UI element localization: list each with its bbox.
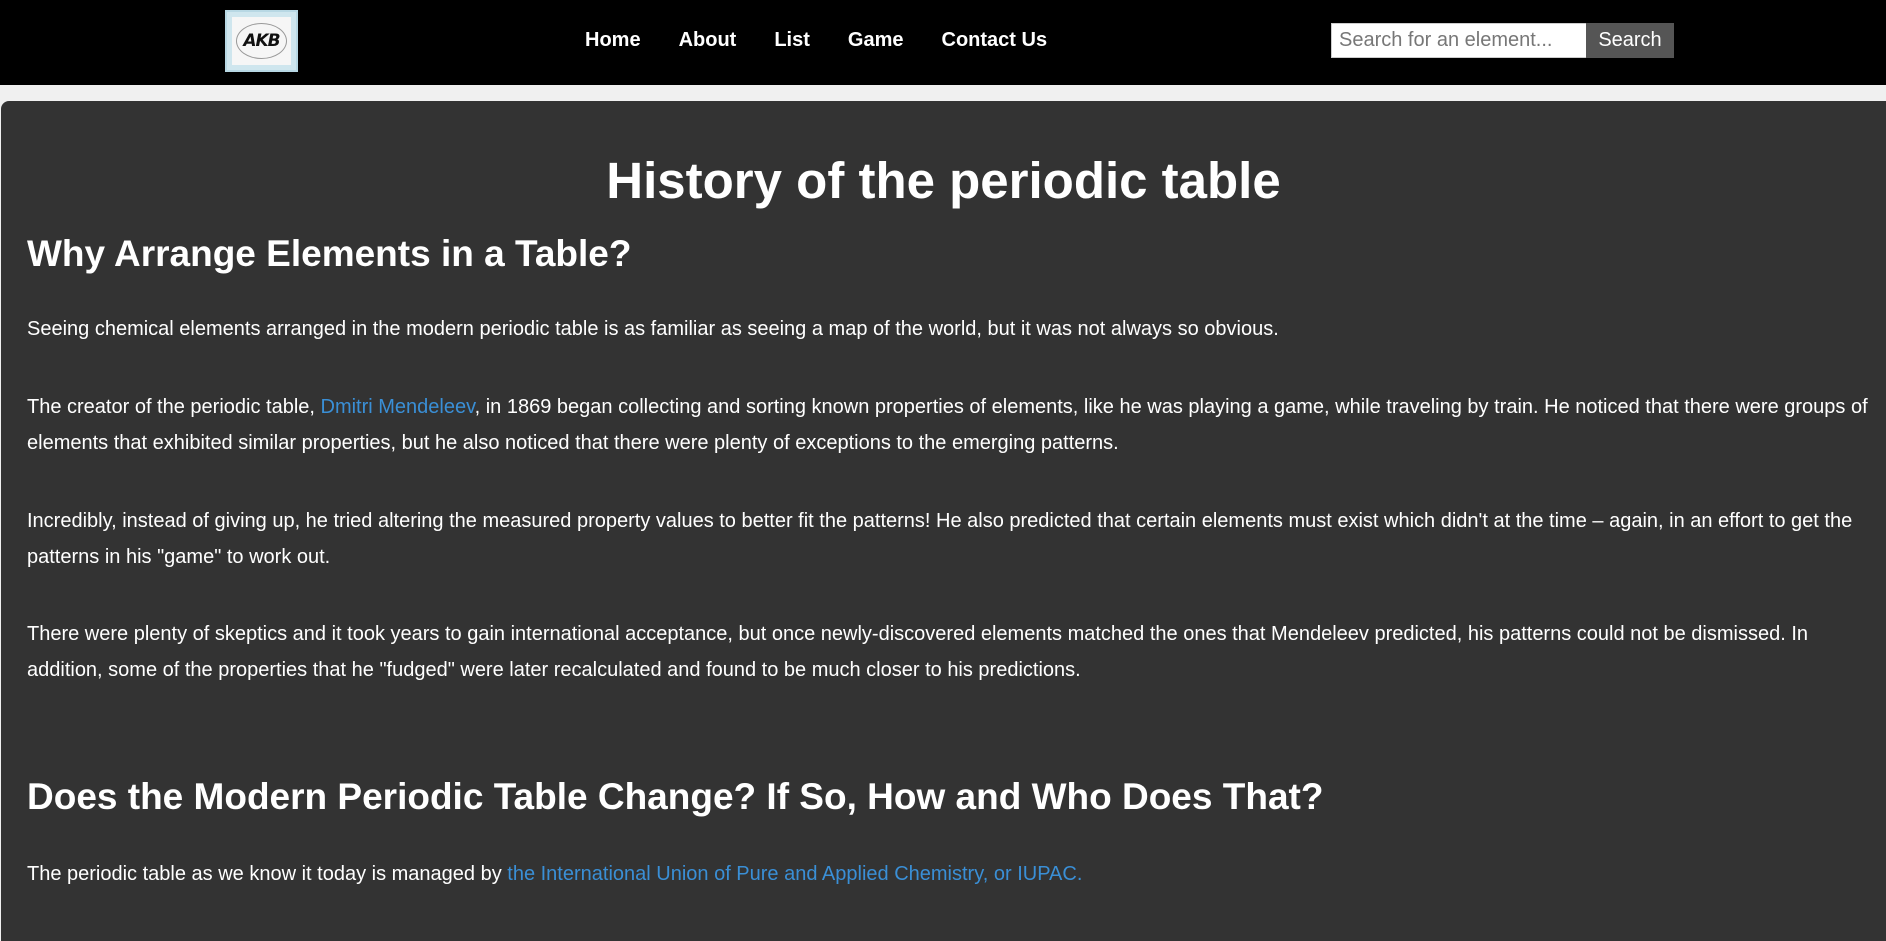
main-content: History of the periodic table Why Arrang… — [1, 101, 1886, 941]
paragraph-mendeleev: The creator of the periodic table, Dmitr… — [27, 389, 1872, 461]
search-button[interactable]: Search — [1586, 23, 1674, 58]
nav-home-link[interactable]: Home — [585, 29, 641, 52]
paragraph-skeptics: There were plenty of skeptics and it too… — [27, 623, 1809, 681]
site-logo[interactable]: AKB — [225, 10, 298, 72]
paragraph-intro: Seeing chemical elements arranged in the… — [27, 318, 1279, 340]
section-heading-why-arrange: Why Arrange Elements in a Table? — [27, 233, 632, 274]
nav-list-link[interactable]: List — [774, 29, 810, 52]
iupac-link[interactable]: the International Union of Pure and Appl… — [507, 863, 1082, 885]
nav-game-link[interactable]: Game — [848, 29, 904, 52]
section-heading-modern-table: Does the Modern Periodic Table Change? I… — [27, 776, 1324, 817]
logo-text: AKB — [232, 17, 291, 65]
main-nav: Home About List Game Contact Us — [585, 0, 1047, 80]
search-input[interactable] — [1331, 23, 1586, 58]
mendeleev-link[interactable]: Dmitri Mendeleev — [321, 396, 475, 418]
navbar: AKB Home About List Game Contact Us Sear… — [0, 0, 1886, 85]
nav-contact-link[interactable]: Contact Us — [942, 29, 1048, 52]
search-form: Search — [1331, 23, 1674, 58]
paragraph-text: The periodic table as we know it today i… — [27, 863, 508, 885]
paragraph-altering-values: Incredibly, instead of giving up, he tri… — [27, 510, 1853, 568]
paragraph-text: The creator of the periodic table, — [27, 396, 321, 418]
paragraph-iupac: The periodic table as we know it today i… — [27, 856, 1872, 892]
nav-about-link[interactable]: About — [679, 29, 737, 52]
page-title: History of the periodic table — [606, 152, 1281, 209]
